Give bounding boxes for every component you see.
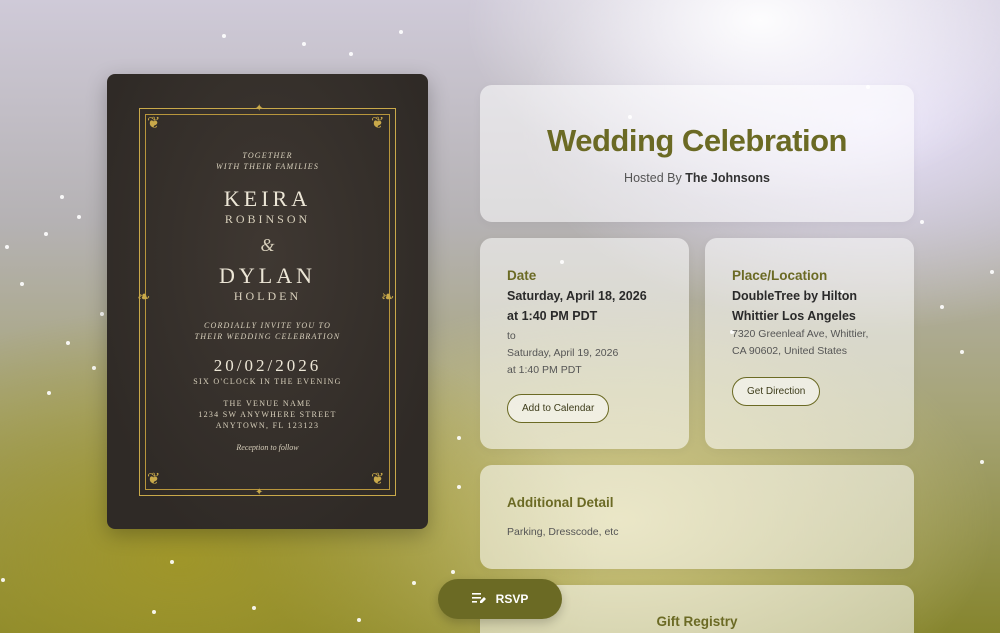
hosted-by-prefix: Hosted By [624, 171, 682, 185]
rsvp-button[interactable]: RSVP [438, 579, 562, 619]
event-title: Wedding Celebration [547, 123, 847, 158]
venue-line-2: Whittier Los Angeles [732, 309, 856, 323]
start-time: at 1:40 PM PDT [507, 309, 598, 323]
invite-name-1: KEIRA [223, 186, 312, 211]
invitation-card: ❦ ❦ ❦ ❦ ❧ ❧ ✦ ✦ TOGETHER WITH THEIR FAMI… [107, 74, 428, 529]
start-date: Saturday, April 18, 2026 [507, 289, 647, 303]
invite-reception: Reception to follow [236, 443, 299, 452]
ornament-icon: ✦ [255, 103, 264, 114]
invite-ampersand: & [260, 235, 275, 255]
date-card: Date Saturday, April 18, 2026 at 1:40 PM… [480, 238, 689, 449]
additional-text: Parking, Dresscode, etc [507, 526, 619, 538]
list-edit-icon [471, 592, 486, 606]
invite-surname-2: HOLDEN [233, 289, 302, 303]
invite-date: 20/02/2026 [213, 356, 322, 375]
hosted-by: Hosted By The Johnsons [480, 171, 914, 185]
invite-time: SIX O'CLOCK IN THE EVENING [193, 377, 342, 386]
location-card: Place/Location DoubleTree by Hilton Whit… [705, 238, 914, 449]
ornament-icon: ❦ [147, 115, 161, 132]
host-name: The Johnsons [685, 171, 770, 185]
invite-line-2: THEIR WEDDING CELEBRATION [194, 332, 341, 341]
add-to-calendar-button[interactable]: Add to Calendar [507, 394, 610, 423]
ornament-icon: ❦ [147, 471, 161, 488]
invite-venue-name: THE VENUE NAME [223, 399, 312, 408]
additional-label: Additional Detail [507, 495, 614, 510]
invite-surname-1: ROBINSON [224, 212, 311, 226]
address-line-1: 7320 Greenleaf Ave, Whittier, [732, 328, 869, 340]
invite-line-1: CORDIALLY INVITE YOU TO [203, 321, 332, 330]
ornament-icon: ✦ [255, 487, 264, 498]
invite-with-families: WITH THEIR FAMILIES [215, 162, 320, 171]
location-label: Place/Location [732, 268, 828, 283]
ornament-icon: ❦ [371, 115, 385, 132]
end-time: at 1:40 PM PDT [507, 364, 582, 376]
invite-venue-street: 1234 SW ANYWHERE STREET [198, 410, 337, 419]
rsvp-label: RSVP [495, 592, 529, 606]
invite-name-2: DYLAN [219, 263, 316, 288]
invite-venue-town: ANYTOWN, FL 123123 [215, 421, 320, 430]
ornament-icon: ❦ [371, 471, 385, 488]
invite-together: TOGETHER [242, 151, 293, 160]
get-direction-button[interactable]: Get Direction [732, 377, 821, 406]
venue-line-1: DoubleTree by Hilton [732, 289, 858, 303]
date-label: Date [507, 268, 537, 283]
event-title-card: Wedding Celebration Hosted By The Johnso… [480, 85, 914, 222]
address-line-2: CA 90602, United States [732, 345, 847, 357]
end-date: Saturday, April 19, 2026 [507, 347, 619, 359]
date-to: to [507, 330, 516, 342]
additional-detail-card: Additional Detail Parking, Dresscode, et… [480, 465, 914, 569]
